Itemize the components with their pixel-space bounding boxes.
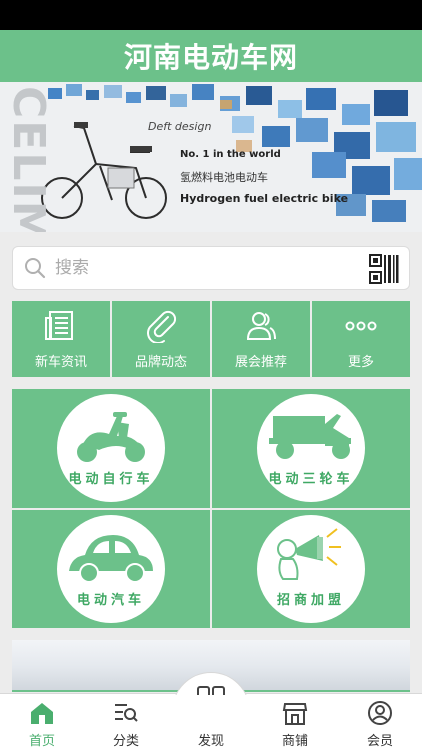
- user-icon: [368, 701, 392, 725]
- nav-label: 更多: [347, 355, 374, 370]
- nav-label: 展会推荐: [234, 355, 287, 370]
- bottom-tab-bar: 首页 分类 发现 商铺 会员: [0, 672, 422, 750]
- category-label: 电动三轮车: [268, 472, 354, 488]
- nav-label: 品牌动态: [134, 355, 187, 370]
- banner-tagline: Deft design: [148, 120, 212, 133]
- category-search-icon: [115, 704, 138, 722]
- category-label: 电动自行车: [68, 472, 154, 488]
- category-badge: 招商加盟: [257, 514, 365, 623]
- people-icon: [246, 312, 276, 340]
- banner[interactable]: CELIM Deft design No. 1 in the world 氢燃料…: [0, 82, 422, 232]
- banner-cn-caption: 氢燃料电池电动车: [180, 171, 268, 184]
- category-label: 招商加盟: [276, 592, 345, 608]
- tab-label: 分类: [112, 734, 139, 749]
- status-bar: [0, 0, 422, 30]
- nav-label: 新车资讯: [34, 355, 87, 370]
- category-badge: 电动汽车: [57, 514, 165, 623]
- search-icon: [25, 258, 46, 279]
- category-badge: 电动三轮车: [257, 394, 365, 503]
- tab-category[interactable]: 分类: [84, 694, 168, 750]
- tab-home[interactable]: 首页: [0, 694, 84, 750]
- qr-code-icon[interactable]: [369, 254, 399, 284]
- category-electric-car[interactable]: 电动汽车: [12, 509, 210, 628]
- app-header: 河南电动车网: [0, 30, 422, 82]
- category-electric-tricycle[interactable]: 电动三轮车: [212, 389, 410, 508]
- search-input[interactable]: [55, 255, 355, 281]
- search-bar[interactable]: [12, 246, 410, 290]
- nav-item-new-car-news[interactable]: 新车资讯: [12, 301, 110, 377]
- nav-item-exhibitions[interactable]: 展会推荐: [212, 301, 310, 377]
- tab-member[interactable]: 会员: [338, 694, 422, 750]
- shop-icon: [282, 703, 308, 725]
- category-grid: 电动自行车 电动三轮车 电动汽车 招商加盟: [12, 389, 410, 628]
- category-franchise[interactable]: 招商加盟: [212, 509, 410, 628]
- nav-item-brand-news[interactable]: 品牌动态: [112, 301, 210, 377]
- tab-discover-label[interactable]: 发现: [169, 694, 253, 750]
- category-label: 电动汽车: [76, 592, 145, 608]
- tab-shop[interactable]: 商铺: [253, 694, 337, 750]
- newspaper-icon: [45, 311, 73, 340]
- banner-headline: No. 1 in the world: [180, 149, 281, 160]
- nav-item-more[interactable]: 更多: [312, 301, 410, 377]
- tab-label: 商铺: [281, 734, 308, 749]
- paperclip-icon: [147, 310, 177, 343]
- quick-nav: 新车资讯 品牌动态 展会推荐 更多: [12, 301, 410, 377]
- category-electric-bicycle[interactable]: 电动自行车: [12, 389, 210, 508]
- banner-side-text: CELIM: [3, 86, 54, 232]
- tab-label: 首页: [28, 734, 55, 749]
- more-dots-icon: [345, 321, 377, 331]
- banner-en-caption: Hydrogen fuel electric bike: [180, 192, 349, 205]
- home-icon: [31, 703, 53, 724]
- tab-label: 会员: [366, 734, 393, 749]
- page-title: 河南电动车网: [123, 41, 298, 74]
- category-badge: 电动自行车: [57, 394, 165, 503]
- tab-label: 发现: [197, 734, 224, 749]
